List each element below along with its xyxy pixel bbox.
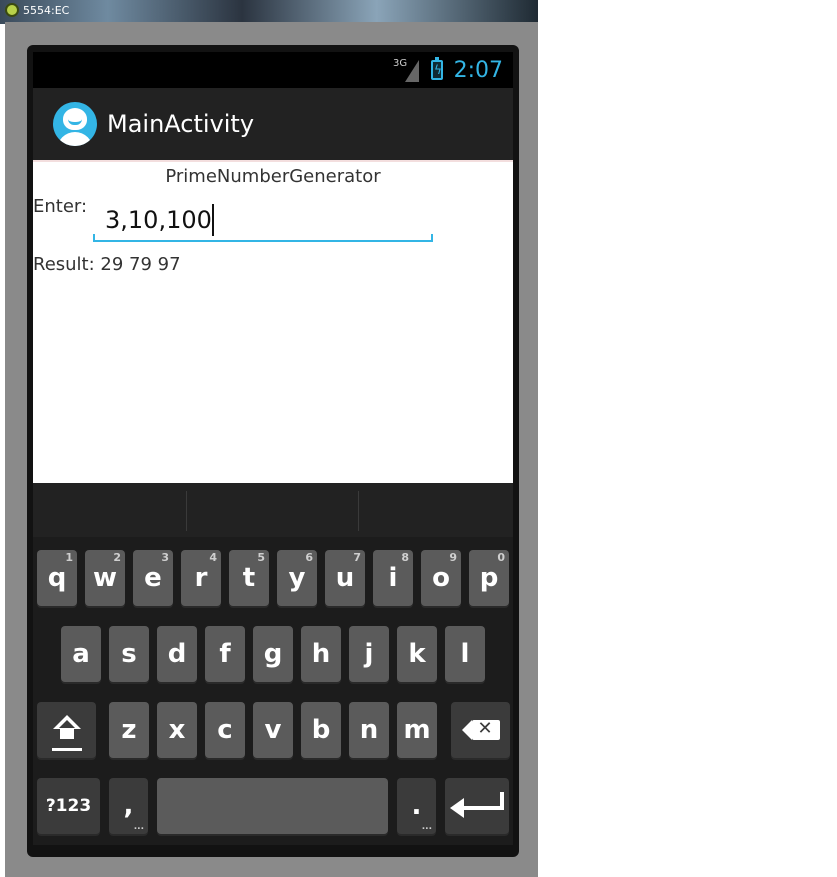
enter-label: Enter:	[33, 196, 88, 217]
symbols-key[interactable]: ?123	[37, 778, 100, 834]
key-hint: 6	[305, 551, 313, 564]
backspace-key[interactable]: ✕	[451, 702, 510, 758]
key-b[interactable]: b	[301, 702, 341, 758]
soft-keyboard: q1w2e3r4t5y6u7i8o9p0 asdfghjkl ✕ zxcvbnm…	[33, 483, 513, 845]
number-input-value: 3,10,100	[105, 204, 214, 236]
key-e[interactable]: e3	[133, 550, 173, 606]
period-key-label: .	[411, 791, 422, 821]
comma-key-more: ...	[133, 822, 144, 832]
key-h[interactable]: h	[301, 626, 341, 682]
battery-charging-icon: ϟ	[431, 57, 443, 80]
key-a[interactable]: a	[61, 626, 101, 682]
action-bar: MainActivity	[33, 88, 513, 160]
action-bar-title: MainActivity	[107, 110, 255, 138]
key-label: u	[335, 563, 355, 593]
key-hint: 1	[65, 551, 73, 564]
shift-icon	[51, 715, 82, 751]
key-q[interactable]: q1	[37, 550, 77, 606]
status-bar: 3G ϟ 2:07	[33, 52, 513, 88]
period-key[interactable]: . ...	[397, 778, 436, 834]
key-label: y	[288, 563, 306, 593]
key-label: t	[242, 563, 256, 593]
signal-strength-icon	[405, 60, 419, 82]
enter-key[interactable]	[445, 778, 509, 834]
result-label: Result:	[33, 254, 95, 275]
key-hint: 4	[209, 551, 217, 564]
result-values: 29 79 97	[100, 254, 181, 275]
key-m[interactable]: m	[397, 702, 437, 758]
key-s[interactable]: s	[109, 626, 149, 682]
main-content: PrimeNumberGenerator Enter: 3,10,100 Res…	[33, 160, 513, 483]
key-n[interactable]: n	[349, 702, 389, 758]
page-title: PrimeNumberGenerator	[165, 166, 381, 187]
key-c[interactable]: c	[205, 702, 245, 758]
key-hint: 8	[401, 551, 409, 564]
enter-icon	[450, 792, 504, 820]
key-hint: 7	[353, 551, 361, 564]
key-hint: 2	[113, 551, 121, 564]
key-label: w	[92, 563, 118, 593]
key-u[interactable]: u7	[325, 550, 365, 606]
key-o[interactable]: o9	[421, 550, 461, 606]
comma-key[interactable]: , ...	[109, 778, 148, 834]
key-label: e	[144, 563, 162, 593]
shift-key[interactable]	[37, 702, 96, 758]
key-j[interactable]: j	[349, 626, 389, 682]
key-l[interactable]: l	[445, 626, 485, 682]
key-v[interactable]: v	[253, 702, 293, 758]
suggestion-strip	[33, 483, 513, 537]
key-k[interactable]: k	[397, 626, 437, 682]
key-t[interactable]: t5	[229, 550, 269, 606]
space-key[interactable]	[157, 778, 388, 834]
backspace-icon: ✕	[461, 718, 500, 740]
key-z[interactable]: z	[109, 702, 149, 758]
key-r[interactable]: r4	[181, 550, 221, 606]
key-label: q	[47, 563, 67, 593]
result-row: Result: 29 79 97	[33, 254, 181, 275]
key-f[interactable]: f	[205, 626, 245, 682]
key-y[interactable]: y6	[277, 550, 317, 606]
status-clock: 2:07	[453, 57, 503, 83]
suggestion-divider	[186, 491, 187, 531]
key-i[interactable]: i8	[373, 550, 413, 606]
suggestion-divider	[358, 491, 359, 531]
android-emulator-icon	[5, 3, 19, 17]
key-g[interactable]: g	[253, 626, 293, 682]
key-hint: 3	[161, 551, 169, 564]
period-key-more: ...	[421, 822, 432, 832]
key-x[interactable]: x	[157, 702, 197, 758]
key-hint: 9	[449, 551, 457, 564]
key-label: i	[388, 563, 398, 593]
key-label: p	[479, 563, 499, 593]
key-w[interactable]: w2	[85, 550, 125, 606]
comma-key-label: ,	[123, 791, 134, 821]
emulator-window-titlebar: 5554:EC	[0, 0, 120, 20]
window-title: 5554:EC	[23, 3, 70, 17]
number-input[interactable]: 3,10,100	[93, 200, 433, 242]
key-label: r	[194, 563, 208, 593]
content-divider	[33, 160, 513, 162]
key-p[interactable]: p0	[469, 550, 509, 606]
key-label: o	[432, 563, 450, 593]
key-hint: 5	[257, 551, 265, 564]
key-d[interactable]: d	[157, 626, 197, 682]
app-launcher-icon[interactable]	[53, 102, 97, 146]
key-hint: 0	[497, 551, 505, 564]
